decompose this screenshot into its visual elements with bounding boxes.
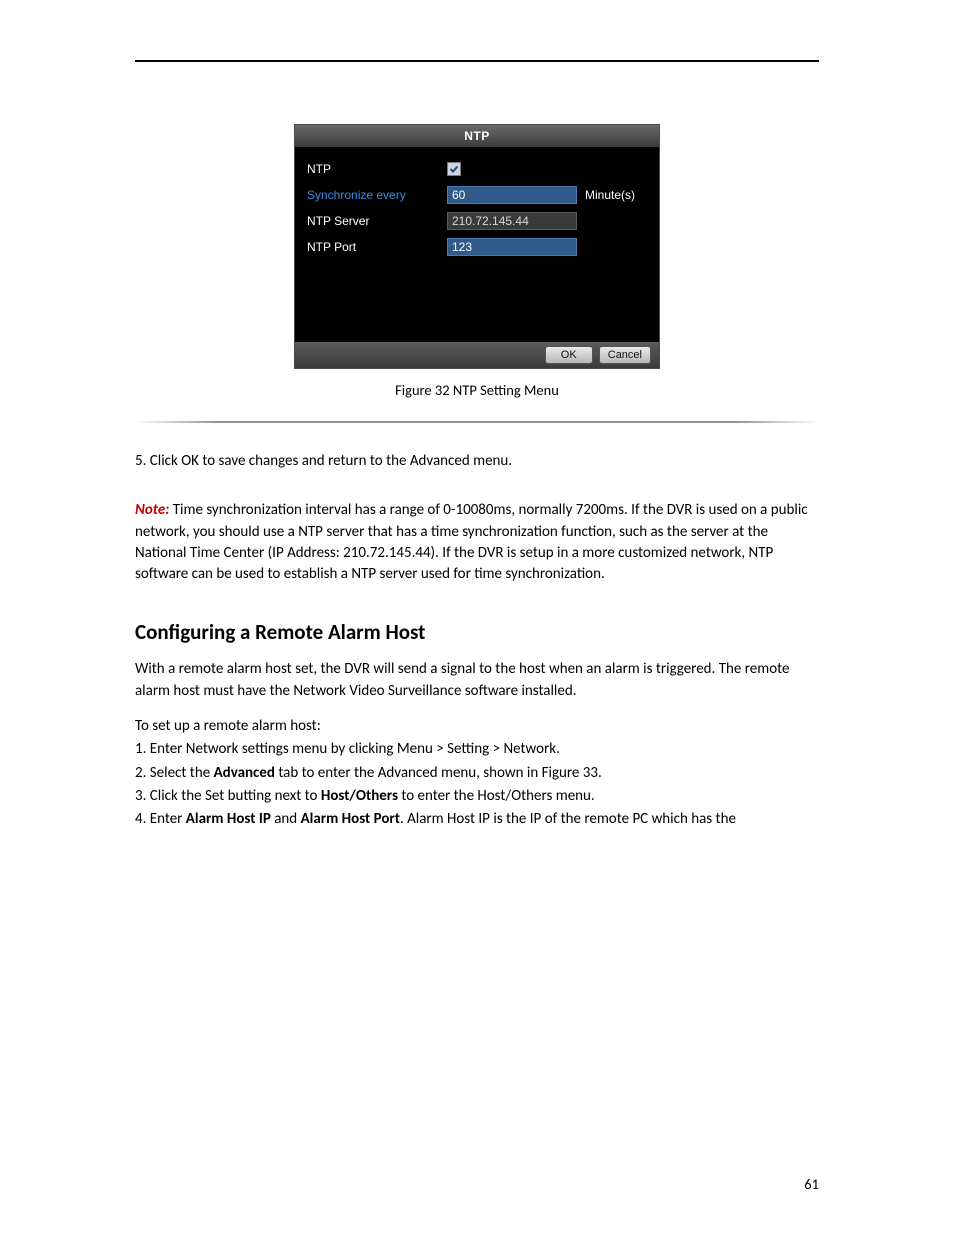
step-3: 3. Click the Set butting next to Host/Ot… [135, 786, 819, 807]
step-4-a: 4. Enter [135, 810, 186, 828]
lead-in: To set up a remote alarm host: [135, 716, 819, 737]
note-block: Note: Time synchronization interval has … [135, 500, 819, 585]
top-rule [135, 60, 819, 62]
step-4: 4. Enter Alarm Host IP and Alarm Host Po… [135, 809, 819, 830]
row-ntp-enable: NTP [307, 159, 647, 179]
step-4-d: Alarm Host Port [301, 810, 400, 828]
section-heading: Configuring a Remote Alarm Host [135, 619, 819, 645]
step-2-a: 2. Select the [135, 764, 214, 782]
dialog-title: NTP [295, 125, 659, 147]
step-4-e: . Alarm Host IP is the IP of the remote … [400, 810, 736, 828]
step-3-c: to enter the Host/Others menu. [398, 787, 595, 805]
label-server: NTP Server [307, 214, 447, 228]
check-icon [449, 164, 459, 174]
cancel-button[interactable]: Cancel [599, 346, 651, 364]
step-5-text: 5. Click OK to save changes and return t… [135, 451, 819, 472]
steps-list: 1. Enter Network settings menu by clicki… [135, 739, 819, 830]
row-server: NTP Server 210.72.145.44 [307, 211, 647, 231]
divider [135, 421, 819, 423]
step-2-c: tab to enter the Advanced menu, shown in… [275, 764, 602, 782]
input-sync[interactable]: 60 [447, 186, 577, 204]
ntp-dialog-screenshot: NTP NTP Synchronize every 60 Minute(s) [135, 124, 819, 369]
step-3-b: Host/Others [321, 787, 398, 805]
figure-caption: Figure 32 NTP Setting Menu [135, 381, 819, 399]
intro-text: With a remote alarm host set, the DVR wi… [135, 659, 819, 702]
ok-button[interactable]: OK [545, 346, 593, 364]
step-4-b: Alarm Host IP [186, 810, 271, 828]
step-4-c: and [271, 810, 301, 828]
note-label: Note: [135, 501, 169, 519]
dialog-body: NTP Synchronize every 60 Minute(s) NTP S… [295, 147, 659, 342]
step-1: 1. Enter Network settings menu by clicki… [135, 739, 819, 760]
input-server[interactable]: 210.72.145.44 [447, 212, 577, 230]
label-sync: Synchronize every [307, 188, 447, 202]
input-port[interactable]: 123 [447, 238, 577, 256]
ntp-checkbox[interactable] [447, 162, 461, 176]
intro-para: With a remote alarm host set, the DVR wi… [135, 659, 819, 702]
unit-sync: Minute(s) [585, 188, 635, 202]
note-text: Time synchronization interval has a rang… [135, 501, 808, 583]
step-2-b: Advanced [214, 764, 275, 782]
row-port: NTP Port 123 [307, 237, 647, 257]
row-sync: Synchronize every 60 Minute(s) [307, 185, 647, 205]
step-5: 5. Click OK to save changes and return t… [135, 451, 819, 472]
step-3-a: 3. Click the Set butting next to [135, 787, 321, 805]
step-2: 2. Select the Advanced tab to enter the … [135, 763, 819, 784]
label-ntp: NTP [307, 162, 447, 176]
lead-in-text: To set up a remote alarm host: [135, 716, 819, 737]
page-number: 61 [804, 1175, 819, 1193]
label-port: NTP Port [307, 240, 447, 254]
ntp-dialog: NTP NTP Synchronize every 60 Minute(s) [294, 124, 660, 369]
dialog-footer: OK Cancel [295, 342, 659, 368]
